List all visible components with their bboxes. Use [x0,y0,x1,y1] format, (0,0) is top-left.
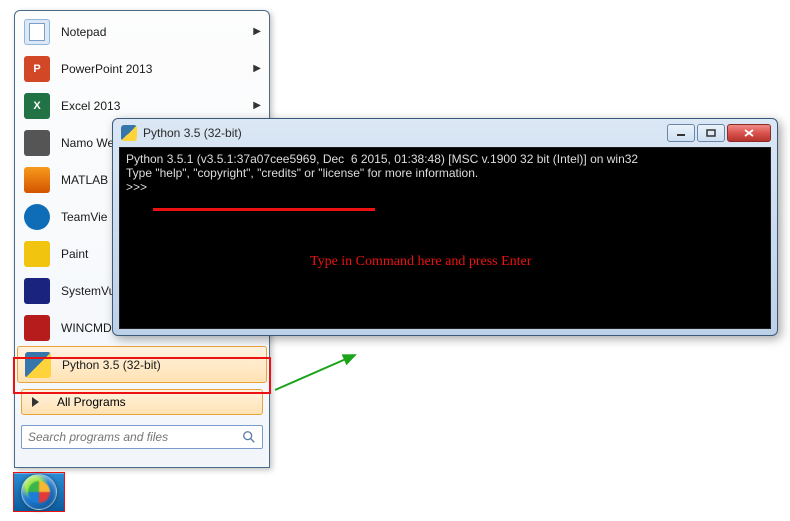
console-output[interactable]: Python 3.5.1 (v3.5.1:37a07cee5969, Dec 6… [119,147,771,329]
python-icon [121,125,137,141]
search-box[interactable] [21,425,263,449]
menu-item-python[interactable]: Python 3.5 (32-bit) [17,346,267,383]
annotation-text: Type in Command here and press Enter [310,254,531,270]
all-programs-button[interactable]: All Programs [21,389,263,415]
namo-icon [23,129,51,157]
all-programs-label: All Programs [57,395,126,409]
console-prompt: >>> [126,180,764,194]
taskbar [14,473,64,511]
close-button[interactable] [727,124,771,142]
window-title: Python 3.5 (32-bit) [143,126,242,140]
menu-item-label: Namo We [61,136,114,150]
menu-item-label: PowerPoint 2013 [61,62,152,76]
powerpoint-icon: P [23,55,51,83]
menu-item-notepad[interactable]: Notepad ▶ [17,13,267,50]
maximize-button[interactable] [697,124,725,142]
annotation-arrow [270,350,390,410]
start-button[interactable] [21,474,57,510]
menu-item-label: SystemVu [61,284,115,298]
python-console-window: Python 3.5 (32-bit) Python 3.5.1 (v3.5.1… [112,118,778,336]
python-icon [24,351,52,379]
search-icon [242,430,256,444]
search-input[interactable] [28,430,242,444]
menu-item-label: TeamVie [61,210,107,224]
paint-icon [23,240,51,268]
triangle-right-icon [32,397,39,407]
submenu-arrow-icon: ▶ [253,63,261,74]
notepad-icon [23,18,51,46]
excel-icon: X [23,92,51,120]
submenu-arrow-icon: ▶ [253,100,261,111]
console-line: Python 3.5.1 (v3.5.1:37a07cee5969, Dec 6… [126,152,764,166]
window-titlebar[interactable]: Python 3.5 (32-bit) [113,119,777,147]
window-controls [667,124,771,142]
annotation-underline [153,208,375,211]
menu-item-label: Notepad [61,25,106,39]
matlab-icon [23,166,51,194]
console-line: Type "help", "copyright", "credits" or "… [126,166,764,180]
systemvue-icon [23,277,51,305]
minimize-button[interactable] [667,124,695,142]
menu-item-label: Python 3.5 (32-bit) [62,358,161,372]
submenu-arrow-icon: ▶ [253,26,261,37]
menu-item-label: Excel 2013 [61,99,120,113]
wincmd-icon [23,314,51,342]
teamviewer-icon [23,203,51,231]
menu-item-label: MATLAB [61,173,108,187]
menu-item-label: Paint [61,247,88,261]
menu-item-powerpoint[interactable]: P PowerPoint 2013 ▶ [17,50,267,87]
